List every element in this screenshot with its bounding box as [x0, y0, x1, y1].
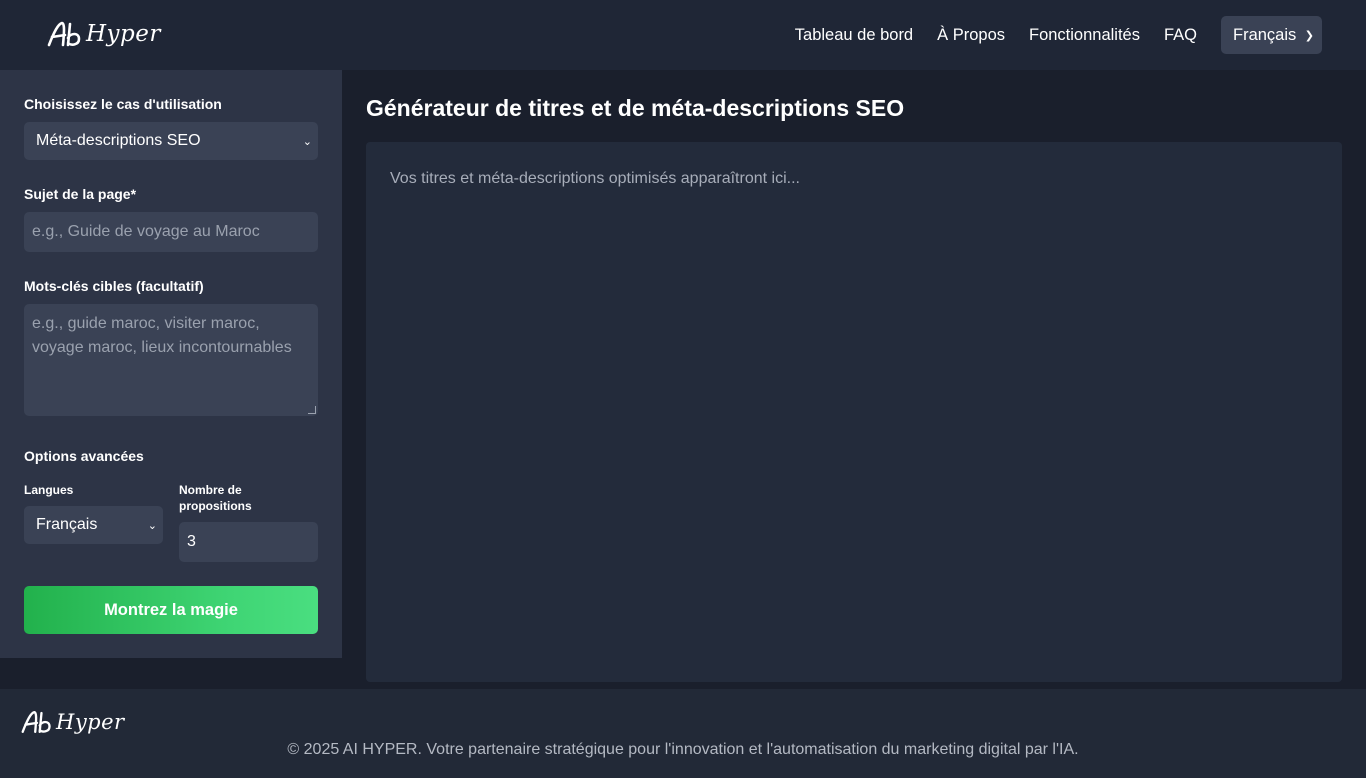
use-case-value: Méta-descriptions SEO — [36, 132, 201, 149]
count-input[interactable]: 3 — [179, 522, 318, 562]
generate-button[interactable]: Montrez la magie — [24, 586, 318, 634]
use-case-select[interactable]: Méta-descriptions SEO ⌄ — [24, 122, 318, 160]
language-select[interactable]: Français ❯ — [1221, 16, 1322, 54]
brand-logo[interactable]: Hyper — [46, 20, 161, 48]
advanced-options-label: Options avancées — [24, 448, 144, 464]
top-header: Hyper Tableau de bord À Propos Fonctionn… — [0, 0, 1366, 70]
topic-placeholder: e.g., Guide de voyage au Maroc — [32, 223, 260, 240]
language-select-value: Français — [1233, 25, 1297, 44]
ai-logo-icon — [47, 21, 81, 47]
footer-logo[interactable]: Hyper — [20, 709, 125, 735]
nav-dashboard[interactable]: Tableau de bord — [795, 26, 913, 45]
use-case-label: Choisissez le cas d'utilisation — [24, 96, 222, 112]
logo-text: Hyper — [86, 21, 161, 47]
languages-value: Français — [36, 516, 98, 533]
page-title: Générateur de titres et de méta-descript… — [366, 95, 905, 121]
settings-sidebar: Choisissez le cas d'utilisation Méta-des… — [0, 70, 342, 658]
topic-input[interactable]: e.g., Guide de voyage au Maroc — [24, 212, 318, 252]
copyright-text: © 2025 AI HYPER. Votre partenaire straté… — [287, 741, 1079, 758]
topic-label: Sujet de la page* — [24, 186, 137, 202]
keywords-textarea[interactable]: e.g., guide maroc, visiter maroc, voyage… — [24, 304, 318, 416]
languages-select[interactable]: Français ⌄ — [24, 506, 163, 544]
languages-label: Langues — [24, 483, 74, 497]
keywords-label: Mots-clés cibles (facultatif) — [24, 278, 204, 294]
nav-faq[interactable]: FAQ — [1164, 26, 1197, 45]
nav-about[interactable]: À Propos — [937, 26, 1005, 45]
count-label: Nombre de propositions — [179, 483, 252, 513]
main-nav: Tableau de bord À Propos Fonctionnalités… — [771, 16, 1322, 54]
chevron-down-icon: ⌄ — [302, 135, 312, 148]
nav-features[interactable]: Fonctionnalités — [1029, 26, 1140, 45]
keywords-placeholder: e.g., guide maroc, visiter maroc, voyage… — [32, 315, 292, 356]
chevron-down-icon: ⌄ — [147, 519, 157, 532]
resize-handle-icon[interactable] — [308, 406, 316, 414]
ai-logo-icon — [21, 710, 51, 734]
chevron-down-icon: ❯ — [1304, 29, 1314, 42]
footer-logo-text: Hyper — [56, 710, 125, 734]
page-footer: Hyper © 2025 AI HYPER. Votre partenaire … — [0, 689, 1366, 778]
output-panel: Vos titres et méta-descriptions optimisé… — [366, 142, 1342, 682]
output-placeholder: Vos titres et méta-descriptions optimisé… — [390, 170, 800, 187]
count-value: 3 — [187, 533, 196, 550]
